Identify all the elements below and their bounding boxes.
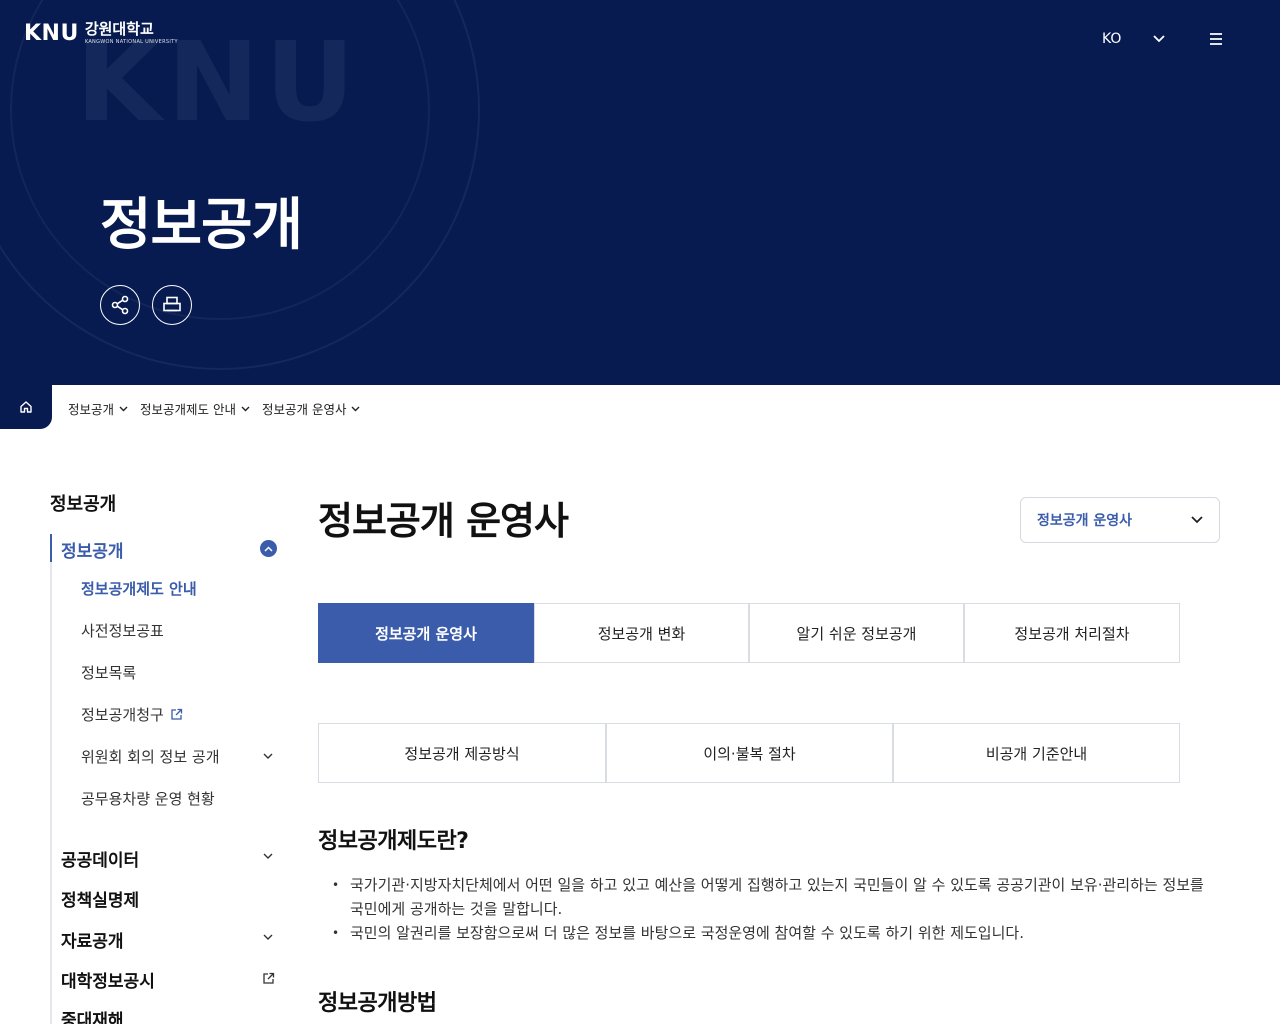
share-button[interactable] <box>100 285 140 325</box>
sidebar-active-indicator <box>50 534 52 562</box>
chevron-down-icon <box>1191 516 1203 524</box>
tab-nondisclosure-criteria[interactable]: 비공개 기준안내 <box>893 723 1180 783</box>
university-logo[interactable]: KNU 강원대학교 KANGWON NATIONAL UNIVERSITY <box>24 20 178 46</box>
tab-changes[interactable]: 정보공개 변화 <box>534 603 749 663</box>
sidebar-item-policy-name[interactable]: 정책실명제 <box>61 886 139 911</box>
chevron-down-icon <box>119 406 128 411</box>
tab-row-2: 정보공개 제공방식 이의·불복 절차 비공개 기준안내 <box>318 723 1180 783</box>
chevron-down-icon <box>241 406 250 411</box>
sub-item-info-list[interactable]: 정보목록 <box>81 662 136 683</box>
sub-item-info-request[interactable]: 정보공개청구 <box>81 704 183 725</box>
tab-processing-procedure[interactable]: 정보공개 처리절차 <box>964 603 1180 663</box>
print-button[interactable] <box>152 285 192 325</box>
chevron-down-icon[interactable] <box>260 929 276 945</box>
language-selector[interactable]: KO <box>1102 31 1166 47</box>
list-item: 국민의 알권리를 보장함으로써 더 많은 정보를 바탕으로 국정운영에 참여할 … <box>332 921 1222 945</box>
logo-mark: KNU <box>24 21 79 46</box>
chevron-down-icon[interactable] <box>260 848 276 864</box>
page-title: 정보공개 운영사 <box>318 499 569 543</box>
share-icon <box>111 295 129 315</box>
sub-item-pre-announcement[interactable]: 사전정보공표 <box>81 620 164 641</box>
section-title: 정보공개방법 <box>318 991 437 1016</box>
list-item: 국가기관·지방자치단체에서 어떤 일을 하고 있고 예산을 어떻게 집행하고 있… <box>332 873 1222 921</box>
tab-row-1: 정보공개 운영사 정보공개 변화 알기 쉬운 정보공개 정보공개 처리절차 <box>318 603 1180 663</box>
bullet-list: 국가기관·지방자치단체에서 어떤 일을 하고 있고 예산을 어떻게 집행하고 있… <box>332 873 1222 945</box>
breadcrumb-bar: 정보공개 정보공개제도 안내 정보공개 운영사 <box>0 385 1280 430</box>
external-link-icon[interactable] <box>260 970 276 986</box>
breadcrumb-item[interactable]: 정보공개 운영사 <box>262 399 360 418</box>
breadcrumb-item[interactable]: 정보공개 <box>68 399 128 418</box>
breadcrumb-item[interactable]: 정보공개제도 안내 <box>140 399 250 418</box>
sidebar-item-public-data[interactable]: 공공데이터 <box>61 846 139 871</box>
hamburger-menu-icon[interactable] <box>1206 30 1226 48</box>
hero-banner: KNU KNU 강원대학교 KANGWON NATIONAL UNIVERSIT… <box>0 0 1280 385</box>
sidebar-divider <box>50 534 52 1024</box>
section-title: 정보공개제도란? <box>318 829 469 854</box>
print-icon <box>163 296 181 312</box>
sidebar-title: 정보공개 <box>50 494 117 515</box>
logo-english-name: KANGWON NATIONAL UNIVERSITY <box>84 39 178 45</box>
page-select-dropdown[interactable]: 정보공개 운영사 <box>1020 497 1220 543</box>
page-select-value: 정보공개 운영사 <box>1037 513 1133 529</box>
sub-item-committee-meeting[interactable]: 위원회 회의 정보 공개 <box>81 746 220 767</box>
sidebar-item-data-open[interactable]: 자료공개 <box>61 927 124 952</box>
tab-operation-history[interactable]: 정보공개 운영사 <box>318 603 534 663</box>
logo-korean-name: 강원대학교 <box>84 20 154 38</box>
chevron-down-icon <box>351 406 360 411</box>
chevron-up-icon <box>264 545 273 552</box>
home-icon <box>20 401 32 413</box>
sidebar-item-info-disclosure[interactable]: 정보공개 <box>61 537 124 562</box>
sidebar-item-serious-accident[interactable]: 중대재해 <box>61 1006 124 1024</box>
tab-easy-disclosure[interactable]: 알기 쉬운 정보공개 <box>749 603 964 663</box>
language-label: KO <box>1102 31 1122 47</box>
collapse-button[interactable] <box>260 540 277 557</box>
tab-objection-procedure[interactable]: 이의·불복 절차 <box>606 723 893 783</box>
chevron-down-icon[interactable] <box>260 748 276 764</box>
chevron-down-icon <box>1153 35 1166 43</box>
home-button[interactable] <box>0 385 52 429</box>
external-link-icon <box>171 708 182 720</box>
breadcrumb: 정보공개 정보공개제도 안내 정보공개 운영사 <box>68 399 360 418</box>
tab-provision-method[interactable]: 정보공개 제공방식 <box>318 723 606 783</box>
sub-item-official-vehicle[interactable]: 공무용차량 운영 현황 <box>81 788 215 809</box>
sub-item-system-guide[interactable]: 정보공개제도 안내 <box>81 578 197 599</box>
hero-title: 정보공개 <box>100 193 303 258</box>
sidebar-item-univ-disclosure[interactable]: 대학정보공시 <box>61 967 155 992</box>
